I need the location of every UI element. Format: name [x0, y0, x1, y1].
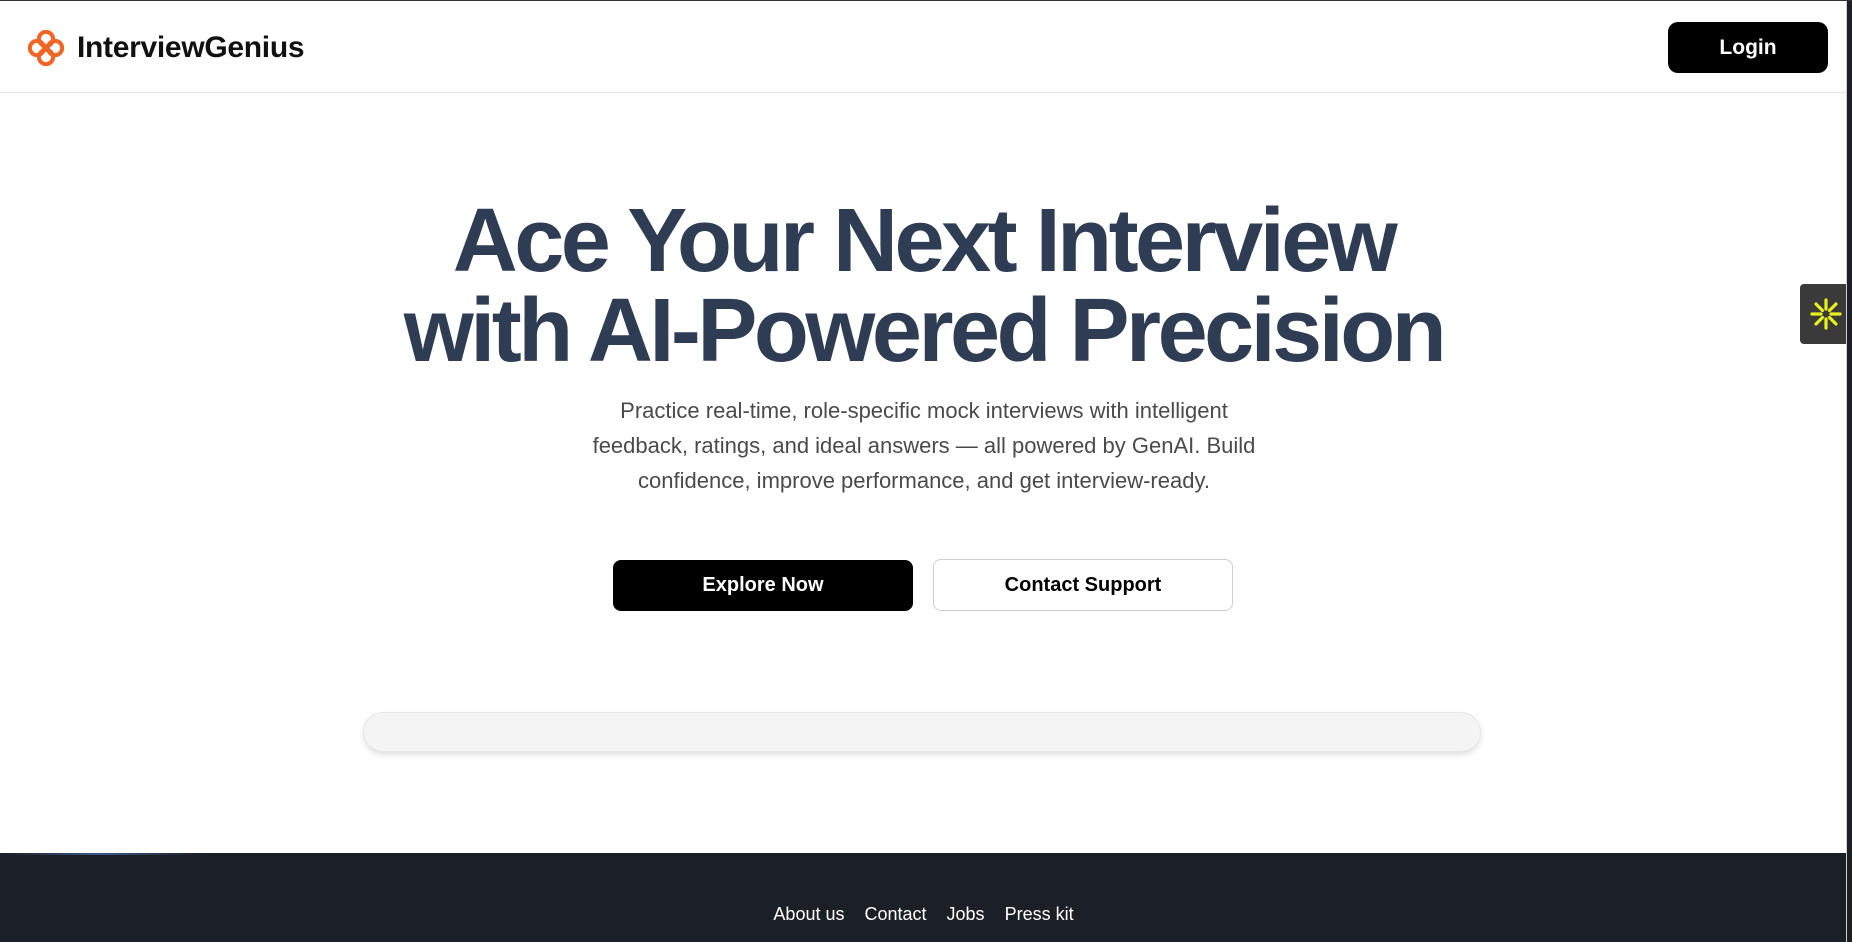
explore-now-button[interactable]: Explore Now — [613, 560, 913, 611]
footer-link-press-kit[interactable]: Press kit — [1005, 904, 1074, 925]
footer-link-jobs[interactable]: Jobs — [947, 904, 985, 925]
hero-title-line-2: with AI-Powered Precision — [403, 281, 1447, 381]
footer-accent-line — [0, 853, 200, 855]
login-button[interactable]: Login — [1668, 22, 1828, 73]
hero-input-bar[interactable] — [363, 712, 1481, 752]
hero-title-line-1: Ace Your Next Interview — [452, 191, 1398, 291]
footer: About us Contact Jobs Press kit — [0, 853, 1847, 942]
flower-logo-icon — [27, 29, 65, 67]
contact-support-button[interactable]: Contact Support — [933, 559, 1233, 611]
footer-nav: About us Contact Jobs Press kit — [0, 904, 1847, 925]
footer-link-about[interactable]: About us — [773, 904, 844, 925]
window-edge — [1847, 1, 1852, 942]
page: InterviewGenius Login Ace Your Next Inte… — [0, 0, 1852, 942]
hero-subtitle: Practice real-time, role-specific mock i… — [592, 398, 1256, 493]
brand-logo-link[interactable]: InterviewGenius — [27, 29, 305, 67]
hero-title: Ace Your Next Interview with AI-Powered … — [0, 196, 1847, 376]
brand-name: InterviewGenius — [77, 31, 305, 64]
top-navbar: InterviewGenius Login — [0, 1, 1847, 93]
footer-link-contact[interactable]: Contact — [864, 904, 926, 925]
